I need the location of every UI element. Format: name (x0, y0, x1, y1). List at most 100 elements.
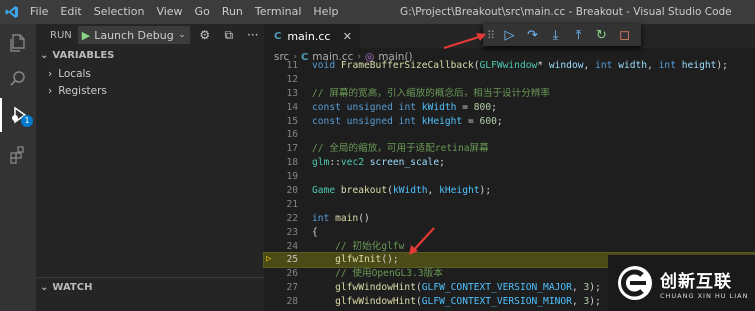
tab-main-cc[interactable]: C main.cc ✕ (264, 24, 360, 48)
code-text: // 屏幕的宽高，引入缩放的概念后，相当于设计分辨率 (312, 87, 550, 99)
restart-icon[interactable]: ↻ (593, 26, 610, 44)
sidebar: RUN ▶ Launch Debug ⌄ ⚙ ⧉ ··· ⌄ VARIABLES… (36, 24, 264, 311)
menu-item-selection[interactable]: Selection (88, 0, 151, 24)
step-into-icon[interactable]: ⤓ (547, 26, 564, 44)
code-line[interactable]: 14 const unsigned int kWidth = 800; (264, 101, 755, 115)
line-number: 18 (286, 157, 298, 169)
line-number: 14 (286, 101, 298, 113)
line-number: 24 (286, 240, 298, 252)
tree-item-registers[interactable]: › Registers (36, 83, 264, 100)
line-number: 19 (286, 171, 298, 183)
line-number: 20 (286, 185, 298, 197)
stop-icon[interactable]: ◻ (616, 26, 633, 44)
tree-item-label: Registers (58, 85, 107, 97)
line-number: 11 (286, 60, 298, 71)
gear-icon[interactable]: ⚙ (196, 28, 214, 42)
code-line[interactable]: 17 // 全局的缩放，可用于适配retina屏幕 (264, 142, 755, 156)
close-icon[interactable]: ✕ (343, 30, 352, 43)
run-header: RUN ▶ Launch Debug ⌄ ⚙ ⧉ ··· (36, 24, 264, 46)
chevron-right-icon: › (48, 85, 53, 97)
code-line[interactable]: 11 void FrameBufferSizeCallback(GLFWwindo… (264, 59, 755, 73)
variables-section-header[interactable]: ⌄ VARIABLES (36, 46, 264, 66)
search-icon[interactable] (0, 62, 36, 96)
vscode-logo-icon (0, 0, 24, 24)
code-text: glm::vec2 screen_scale; (312, 157, 445, 169)
line-number: 16 (286, 129, 298, 141)
run-debug-icon[interactable]: 1 (0, 98, 36, 132)
launch-config-select[interactable]: ▶ Launch Debug ⌄ (77, 26, 190, 44)
extensions-icon[interactable] (0, 138, 36, 172)
line-number: 22 (286, 212, 298, 224)
cpp-file-icon: C (274, 30, 282, 42)
code-line[interactable]: 19 (264, 170, 755, 184)
code-line[interactable]: 23 { (264, 226, 755, 240)
watch-title: WATCH (52, 282, 93, 293)
annotation-arrow-toolbar (443, 33, 486, 50)
code-text: glfwWindowHint(GLFW_CONTEXT_VERSION_MAJO… (335, 282, 601, 294)
code-text: { (312, 226, 318, 238)
line-number: 17 (286, 143, 298, 155)
menu-item-help[interactable]: Help (307, 0, 344, 24)
code-text: glfwInit(); (335, 254, 399, 266)
watermark-logo-icon (618, 266, 652, 300)
menu-item-view[interactable]: View (150, 0, 188, 24)
code-text: // 初始化glfw (335, 240, 405, 252)
debug-console-icon[interactable]: ⧉ (220, 28, 238, 43)
code-line[interactable]: 22 int main() (264, 212, 755, 226)
line-number: 23 (286, 226, 298, 238)
watermark-title: 创新互联 (660, 271, 732, 292)
chevron-down-icon: ⌄ (40, 282, 49, 293)
annotation-arrow-line (409, 227, 435, 255)
line-number: 13 (286, 87, 298, 99)
more-actions-icon[interactable]: ··· (244, 28, 262, 42)
current-execution-pointer-icon: ▷ (266, 254, 272, 265)
watermark-subtitle: CHUANG XIN HU LIAN (660, 291, 749, 300)
watermark: 创新互联 CHUANG XIN HU LIAN (608, 255, 755, 311)
run-title: RUN (50, 29, 72, 41)
variables-title: VARIABLES (52, 50, 115, 61)
code-text: Game breakout(kWidth, kHeight); (312, 185, 492, 197)
start-debugging-icon[interactable]: ▶ (82, 29, 90, 42)
title-bar: File Edit Selection View Go Run Terminal Help G… (0, 0, 755, 24)
line-number: 26 (286, 268, 298, 280)
launch-config-label: Launch Debug (94, 28, 174, 42)
line-number: 28 (286, 296, 298, 308)
tree-item-label: Locals (58, 68, 91, 80)
line-number: 27 (286, 282, 298, 294)
code-line[interactable]: 15 const unsigned int kHeight = 600; (264, 115, 755, 129)
menu-item-file[interactable]: File (24, 0, 54, 24)
line-number: 12 (286, 73, 298, 85)
menu-item-go[interactable]: Go (189, 0, 216, 24)
explorer-icon[interactable] (0, 26, 36, 60)
code-text: const unsigned int kHeight = 600; (312, 115, 503, 127)
continue-icon[interactable]: ▷ (501, 26, 518, 44)
menu-item-edit[interactable]: Edit (54, 0, 87, 24)
code-line[interactable]: 21 (264, 198, 755, 212)
code-text: int main() (312, 212, 370, 224)
code-text: glfwWindowHint(GLFW_CONTEXT_VERSION_MINO… (335, 296, 601, 308)
chevron-right-icon: › (48, 68, 53, 80)
menu-item-run[interactable]: Run (216, 0, 249, 24)
step-over-icon[interactable]: ↷ (524, 26, 541, 44)
line-number: 15 (286, 115, 298, 127)
code-line[interactable]: 12 (264, 73, 755, 87)
code-line[interactable]: 18 glm::vec2 screen_scale; (264, 156, 755, 170)
watch-section-header[interactable]: ⌄ WATCH (36, 278, 264, 298)
code-line[interactable]: 16 (264, 128, 755, 142)
code-text: const unsigned int kWidth = 800; (312, 101, 497, 113)
chevron-down-icon: ⌄ (40, 50, 49, 61)
menu-item-terminal[interactable]: Terminal (249, 0, 308, 24)
chevron-down-icon: ⌄ (178, 30, 186, 40)
step-out-icon[interactable]: ⤒ (570, 26, 587, 44)
watch-section: ⌄ WATCH (36, 277, 264, 298)
window-title: G:\Project\Breakout\src\main.cc - Breako… (400, 6, 732, 18)
tree-item-locals[interactable]: › Locals (36, 66, 264, 83)
code-line[interactable]: 13 // 屏幕的宽高，引入缩放的概念后，相当于设计分辨率 (264, 87, 755, 101)
activity-bar: 1 (0, 24, 36, 311)
menu-bar: File Edit Selection View Go Run Terminal Help (24, 0, 344, 24)
debug-toolbar: ⠿ ▷ ↷ ⤓ ⤒ ↻ ◻ (483, 24, 641, 46)
code-line[interactable]: 24 // 初始化glfw (264, 240, 755, 254)
code-text: // 全局的缩放，可用于适配retina屏幕 (312, 143, 489, 155)
code-line[interactable]: 20 Game breakout(kWidth, kHeight); (264, 184, 755, 198)
code-text: void FrameBufferSizeCallback(GLFWwindow*… (312, 60, 728, 71)
